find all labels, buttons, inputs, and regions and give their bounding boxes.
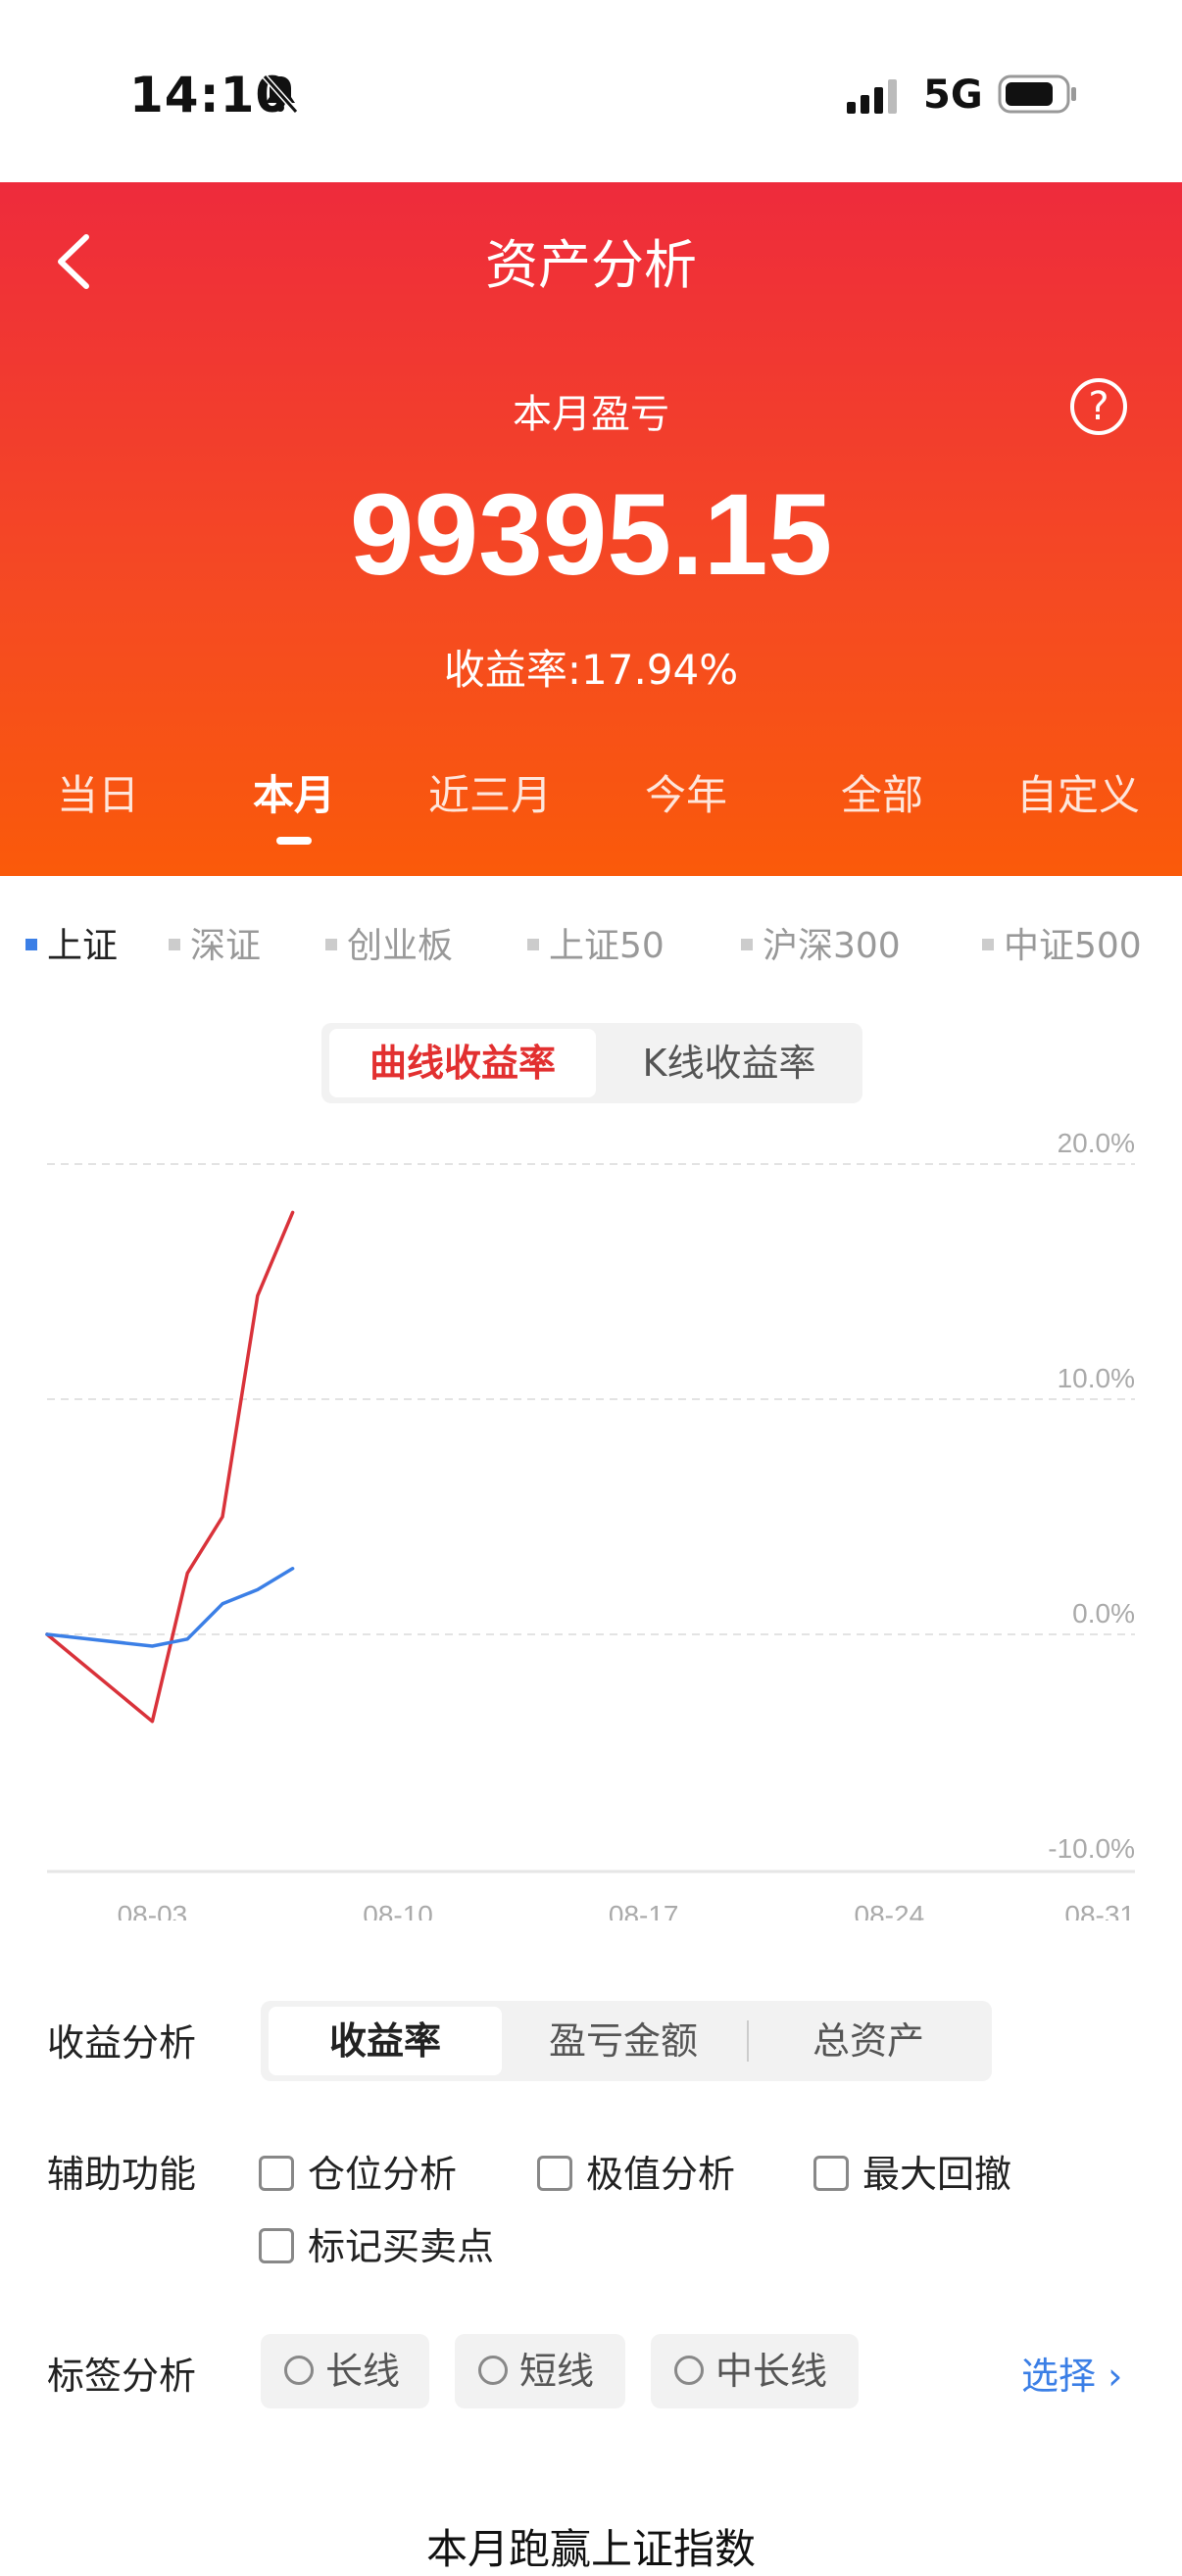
page-title: 资产分析 (485, 234, 697, 296)
tab-three-months[interactable]: 近三月 (392, 762, 588, 822)
profit-amount: 99395.15 (349, 470, 833, 600)
x-tick-label: 08-10 (363, 1900, 433, 1920)
y-tick-label: -10.0% (1048, 1833, 1135, 1864)
y-tick-label: 0.0% (1072, 1598, 1135, 1628)
checkbox-label: 极值分析 (586, 2153, 736, 2196)
tab-custom[interactable]: 自定义 (980, 762, 1176, 822)
index-color-dot (25, 939, 37, 950)
index-sz50[interactable]: 上证50 (527, 917, 665, 968)
battery-icon (998, 74, 1076, 114)
tags-label: 标签分析 (47, 2355, 197, 2398)
footer-text: 本月跑赢上证指数 (425, 2525, 756, 2573)
chart-mode-toggle: 曲线收益率 K线收益率 (321, 1023, 862, 1103)
index-label: 上证50 (549, 926, 665, 966)
index-zz500[interactable]: 中证500 (982, 917, 1142, 968)
tab-this-year[interactable]: 今年 (588, 762, 784, 822)
chevron-right-icon: › (1108, 2355, 1123, 2398)
x-tick-label: 08-03 (118, 1900, 188, 1920)
index-label: 中证500 (1004, 926, 1142, 966)
extreme-analysis-checkbox[interactable]: 极值分析 (537, 2144, 735, 2198)
tag-label: 中长线 (715, 2350, 828, 2393)
y-tick-label: 10.0% (1058, 1363, 1135, 1393)
checkbox-label: 标记买卖点 (308, 2225, 495, 2268)
checkbox-icon (259, 2227, 294, 2263)
tag-label: 长线 (325, 2350, 401, 2393)
analysis-label: 收益分析 (47, 2021, 197, 2065)
portfolio-return-line (45, 1210, 295, 1724)
select-link[interactable]: 选择 › (1021, 2346, 1122, 2400)
checkbox-icon (813, 2155, 849, 2191)
tag-label: 短线 (519, 2350, 595, 2393)
checkbox-label: 最大回撤 (862, 2153, 1012, 2196)
profit-amount-button[interactable]: 盈亏金额 (506, 2007, 741, 2075)
tag-mid-long-button[interactable]: 中长线 (651, 2334, 859, 2408)
return-rate-button[interactable]: 收益率 (269, 2007, 502, 2075)
index-label: 创业板 (347, 926, 454, 966)
analysis-mode-toggle: 收益率 盈亏金额 总资产 (261, 2001, 992, 2081)
total-assets-button[interactable]: 总资产 (751, 2007, 986, 2075)
tab-today[interactable]: 当日 (0, 762, 196, 822)
index-sz[interactable]: 深证 (169, 917, 261, 968)
checkbox-icon (537, 2155, 572, 2191)
index-sh[interactable]: 上证 (25, 917, 118, 968)
radio-icon (284, 2355, 314, 2385)
index-hs300[interactable]: 沪深300 (741, 917, 901, 968)
radio-icon (478, 2355, 508, 2385)
x-tick-label: 08-24 (855, 1900, 925, 1920)
tab-this-month[interactable]: 本月 (196, 762, 392, 845)
select-label: 选择 (1021, 2355, 1097, 2398)
aux-label: 辅助功能 (47, 2153, 197, 2196)
status-bar: 14:10 5G (0, 0, 1182, 182)
index-color-dot (169, 939, 180, 950)
return-rate: 收益率:17.94% (443, 646, 739, 694)
index-label: 上证 (47, 926, 119, 966)
divider (747, 2020, 749, 2062)
index-selector: 上证 深证 创业板 上证50 沪深300 中证500 (0, 917, 1182, 966)
index-color-dot (325, 939, 337, 950)
network-type: 5G (923, 73, 983, 118)
position-analysis-checkbox[interactable]: 仓位分析 (259, 2144, 457, 2198)
tag-short-button[interactable]: 短线 (455, 2334, 625, 2408)
period-tabs: 当日 本月 近三月 今年 全部 自定义 (0, 762, 1182, 860)
tag-long-button[interactable]: 长线 (261, 2334, 429, 2408)
y-tick-label: 20.0% (1058, 1128, 1135, 1158)
mark-trades-checkbox[interactable]: 标记买卖点 (259, 2216, 494, 2270)
index-color-dot (741, 939, 753, 950)
checkbox-icon (259, 2155, 294, 2191)
x-tick-label: 08-31 (1064, 1900, 1135, 1920)
tab-all[interactable]: 全部 (784, 762, 980, 822)
index-label: 沪深300 (763, 926, 901, 966)
x-tick-label: 08-17 (609, 1900, 679, 1920)
max-drawdown-checkbox[interactable]: 最大回撤 (813, 2144, 1011, 2198)
mute-bell-icon (262, 74, 299, 114)
index-label: 深证 (190, 926, 262, 966)
return-chart: 20.0% 10.0% 0.0% -10.0% 08-03 08-10 08-17 08-24… (45, 1128, 1135, 1920)
index-color-dot (982, 939, 994, 950)
kline-return-button[interactable]: K线收益率 (596, 1029, 862, 1097)
index-color-dot (527, 939, 539, 950)
index-cyb[interactable]: 创业板 (325, 917, 453, 968)
cellular-signal-icon (847, 79, 897, 114)
radio-icon (674, 2355, 704, 2385)
curve-return-button[interactable]: 曲线收益率 (329, 1029, 596, 1097)
summary-label: 本月盈亏 (513, 392, 669, 437)
checkbox-label: 仓位分析 (308, 2153, 458, 2196)
